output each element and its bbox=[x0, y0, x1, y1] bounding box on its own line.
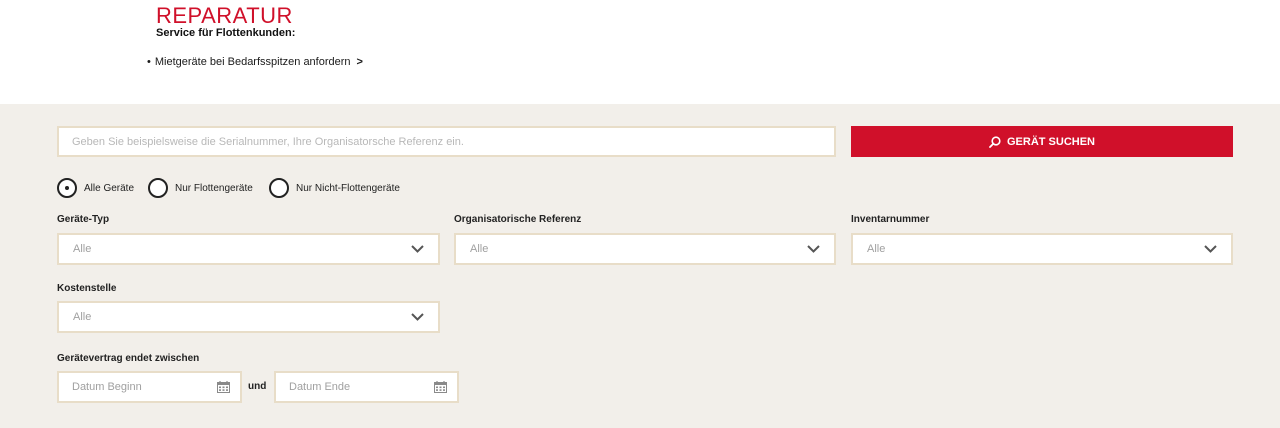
page-subtitle: Service für Flottenkunden: bbox=[156, 27, 296, 39]
radio-label: Nur Flottengeräte bbox=[175, 182, 253, 194]
rental-request-link[interactable]: • Mietgeräte bei Bedarfsspitzen anfordern… bbox=[147, 55, 363, 69]
radio-all-devices[interactable]: Alle Geräte bbox=[57, 178, 134, 198]
search-icon bbox=[989, 135, 1001, 148]
calendar-icon bbox=[217, 381, 230, 393]
list-bullet: • bbox=[147, 56, 151, 68]
device-type-label: Geräte-Typ bbox=[57, 214, 110, 225]
org-reference-value: Alle bbox=[470, 243, 489, 255]
device-type-value: Alle bbox=[73, 243, 92, 255]
radio-selected-icon bbox=[57, 178, 77, 198]
chevron-down-icon bbox=[807, 245, 820, 253]
radio-fleet-devices[interactable]: Nur Flottengeräte bbox=[148, 178, 253, 198]
radio-label: Nur Nicht-Flottengeräte bbox=[296, 182, 400, 194]
search-panel: GERÄT SUCHEN Alle Geräte Nur Flottengerä… bbox=[0, 104, 1280, 428]
chevron-right-icon: > bbox=[356, 56, 363, 68]
date-end-field[interactable]: Datum Ende bbox=[274, 371, 459, 403]
radio-unselected-icon bbox=[269, 178, 289, 198]
org-reference-select[interactable]: Alle bbox=[454, 233, 836, 265]
rental-request-label: Mietgeräte bei Bedarfsspitzen anfordern bbox=[154, 56, 351, 68]
radio-unselected-icon bbox=[148, 178, 168, 198]
chevron-down-icon bbox=[411, 313, 424, 321]
date-end-placeholder: Datum Ende bbox=[289, 381, 351, 393]
cost-center-value: Alle bbox=[73, 311, 92, 323]
cost-center-select[interactable]: Alle bbox=[57, 301, 440, 333]
search-button[interactable]: GERÄT SUCHEN bbox=[851, 126, 1233, 157]
radio-non-fleet-devices[interactable]: Nur Nicht-Flottengeräte bbox=[269, 178, 400, 198]
device-type-select[interactable]: Alle bbox=[57, 233, 440, 265]
page-title: REPARATUR bbox=[156, 3, 293, 28]
date-range-connector: und bbox=[248, 381, 267, 392]
radio-label: Alle Geräte bbox=[84, 182, 135, 194]
inventory-number-select[interactable]: Alle bbox=[851, 233, 1233, 265]
inventory-number-value: Alle bbox=[867, 243, 886, 255]
search-button-label: GERÄT SUCHEN bbox=[1006, 135, 1095, 148]
chevron-down-icon bbox=[411, 245, 424, 253]
chevron-down-icon bbox=[1204, 245, 1217, 253]
page-header: REPARATUR Service für Flottenkunden: • Mi… bbox=[0, 0, 1280, 104]
date-start-placeholder: Datum Beginn bbox=[72, 381, 142, 393]
cost-center-label: Kostenstelle bbox=[57, 283, 117, 294]
date-start-field[interactable]: Datum Beginn bbox=[57, 371, 242, 403]
contract-end-label: Gerätevertrag endet zwischen bbox=[57, 353, 200, 364]
org-reference-label: Organisatorische Referenz bbox=[454, 214, 582, 225]
calendar-icon bbox=[434, 381, 447, 393]
inventory-number-label: Inventarnummer bbox=[851, 214, 930, 225]
search-input[interactable] bbox=[57, 126, 836, 157]
